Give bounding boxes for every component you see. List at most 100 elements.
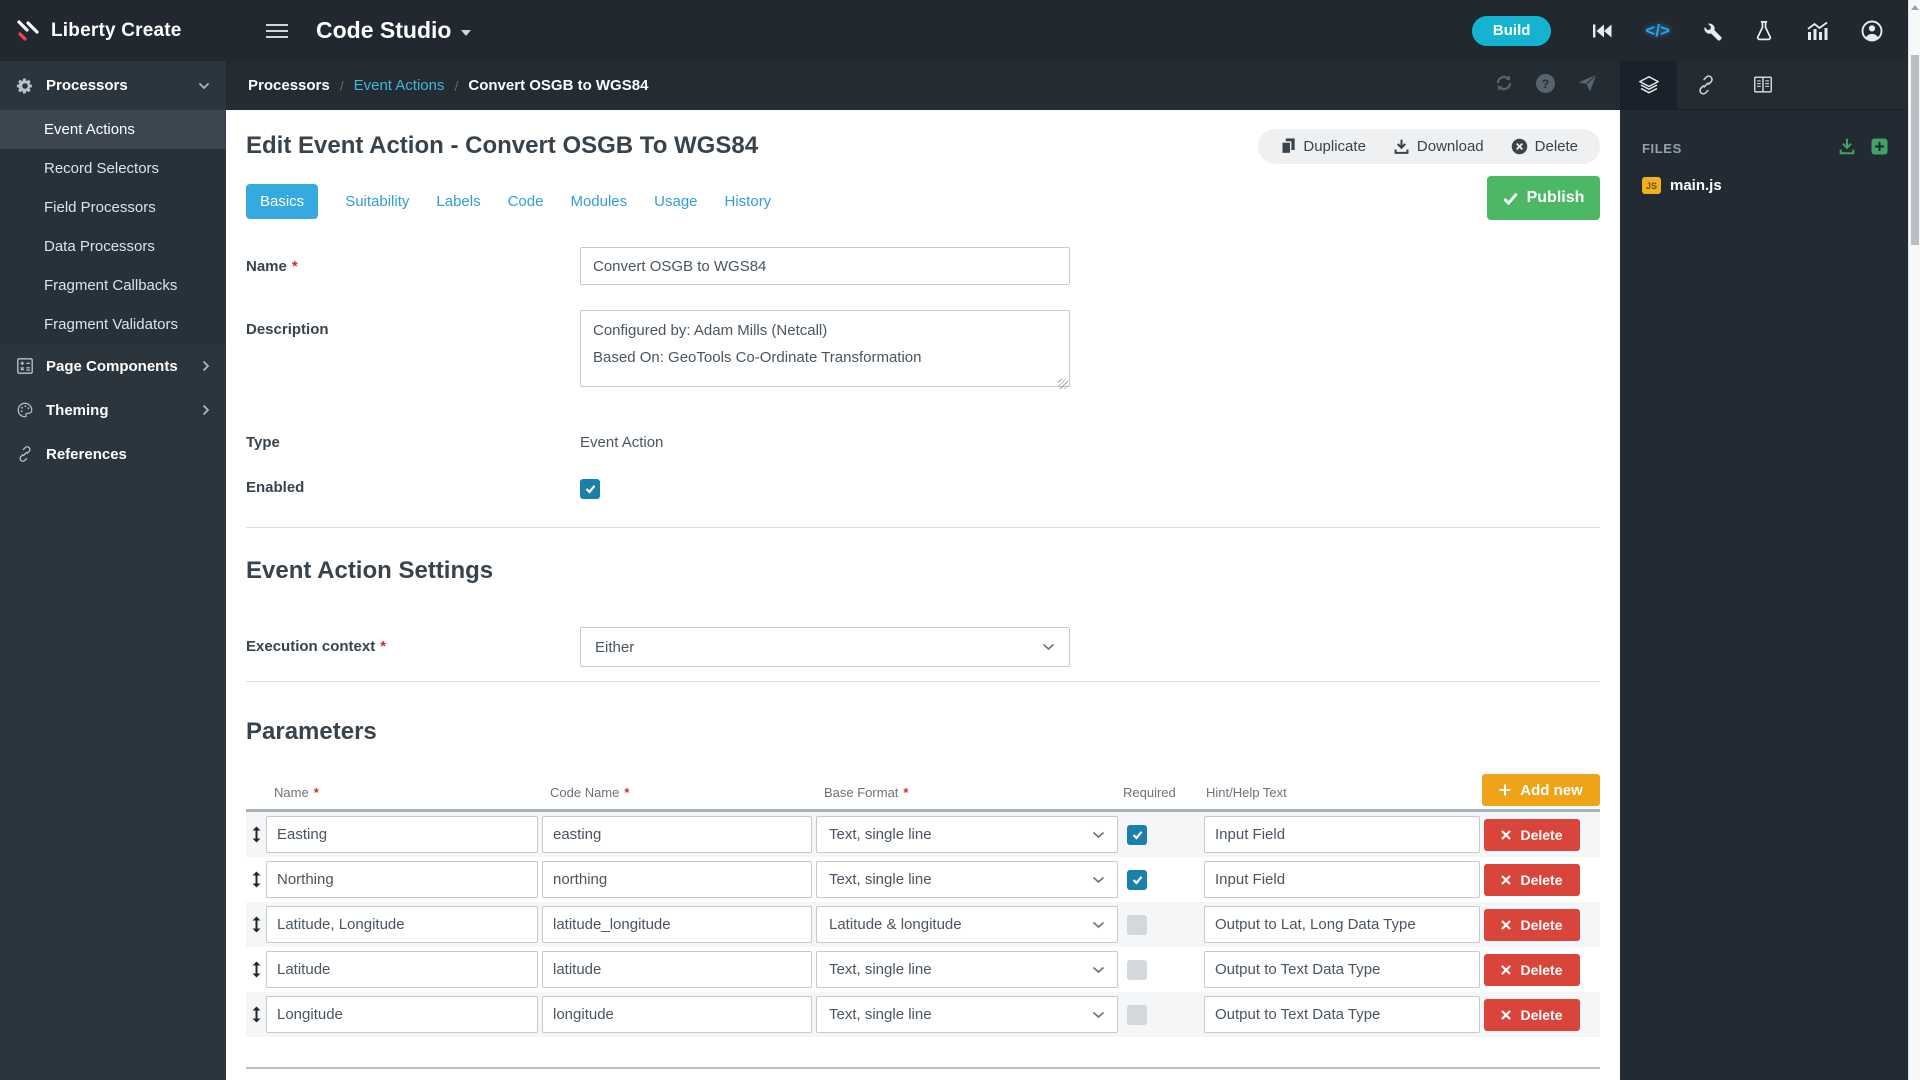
param-code-name-input[interactable] — [542, 861, 812, 898]
tab-links[interactable] — [1677, 61, 1734, 109]
delete-record-button[interactable]: Delete — [1511, 138, 1578, 155]
sidebar-item-data-processors[interactable]: Data Processors — [0, 227, 226, 266]
param-name-input[interactable] — [266, 816, 538, 853]
vertical-scrollbar[interactable] — [1908, 0, 1920, 1080]
tab-reference-book[interactable] — [1734, 61, 1791, 109]
breadcrumb-bar: Processors / Event Actions / Convert OSG… — [226, 61, 1620, 110]
breadcrumb-event-actions-link[interactable]: Event Actions — [354, 77, 445, 94]
param-required-checkbox[interactable] — [1127, 914, 1147, 935]
param-base-format-select[interactable]: Text, single line — [816, 861, 1118, 898]
sidebar-item-field-processors[interactable]: Field Processors — [0, 188, 226, 227]
param-hint-input[interactable] — [1204, 816, 1480, 853]
drag-handle-icon[interactable] — [250, 871, 262, 888]
tab-layers[interactable] — [1620, 61, 1677, 109]
add-new-parameter-button[interactable]: Add new — [1482, 774, 1600, 806]
tab-code[interactable]: Code — [508, 193, 544, 210]
sidebar-item-processors[interactable]: Processors — [0, 61, 226, 110]
flask-icon[interactable] — [1754, 20, 1774, 42]
param-base-format-select[interactable]: Text, single line — [816, 951, 1118, 988]
param-hint-input[interactable] — [1204, 996, 1480, 1033]
drag-handle-icon[interactable] — [250, 916, 262, 933]
param-required-checkbox[interactable] — [1127, 1004, 1147, 1025]
file-item-mainjs[interactable]: JS main.js — [1620, 160, 1908, 194]
send-icon[interactable] — [1577, 73, 1598, 98]
param-required-checkbox[interactable] — [1127, 869, 1147, 890]
name-input[interactable] — [580, 247, 1070, 285]
app-switcher[interactable]: Code Studio — [316, 17, 472, 44]
delete-parameter-button[interactable]: Delete — [1484, 908, 1580, 941]
param-code-name-input[interactable] — [542, 906, 812, 943]
sidebar-item-record-selectors[interactable]: Record Selectors — [0, 149, 226, 188]
param-required-checkbox[interactable] — [1127, 824, 1147, 845]
execution-context-select[interactable]: Either — [580, 627, 1070, 667]
duplicate-button[interactable]: Duplicate — [1280, 137, 1366, 155]
param-name-input[interactable] — [266, 996, 538, 1033]
resize-grip-icon[interactable] — [1058, 379, 1068, 389]
add-file-icon[interactable] — [1871, 138, 1888, 160]
breadcrumb-separator: / — [339, 77, 344, 94]
delete-parameter-button[interactable]: Delete — [1484, 998, 1580, 1031]
param-code-name-input[interactable] — [542, 996, 812, 1033]
sidebar-item-theming[interactable]: Theming — [0, 388, 226, 432]
refresh-icon[interactable] — [1494, 73, 1514, 98]
chevron-right-icon — [202, 404, 210, 416]
enabled-checkbox[interactable] — [580, 479, 600, 499]
record-tabs: Basics Suitability Labels Code Modules U… — [246, 176, 1600, 220]
param-base-format-select[interactable]: Text, single line — [816, 996, 1118, 1033]
scroll-up-arrow-icon[interactable] — [1911, 5, 1919, 10]
rewind-icon[interactable] — [1590, 22, 1614, 40]
wrench-icon[interactable] — [1701, 20, 1723, 42]
app-title: Code Studio — [316, 17, 452, 43]
param-code-name-input[interactable] — [542, 816, 812, 853]
drag-handle-icon[interactable] — [250, 1006, 262, 1023]
sidebar-item-event-actions[interactable]: Event Actions — [0, 110, 226, 149]
sidebar-item-page-components[interactable]: Page Components — [0, 344, 226, 388]
delete-parameter-button[interactable]: Delete — [1484, 863, 1580, 896]
record-actions: Duplicate Download Delete — [1258, 128, 1600, 164]
stats-icon[interactable] — [1805, 21, 1829, 41]
sidebar-item-label: Processors — [46, 77, 128, 94]
link-icon — [1698, 75, 1713, 95]
drag-handle-icon[interactable] — [250, 961, 262, 978]
param-base-format-select[interactable]: Latitude & longitude — [816, 906, 1118, 943]
sidebar-item-fragment-validators[interactable]: Fragment Validators — [0, 305, 226, 344]
param-code-name-input[interactable] — [542, 951, 812, 988]
tab-suitability[interactable]: Suitability — [345, 193, 409, 210]
tab-basics[interactable]: Basics — [246, 184, 319, 219]
drag-handle-icon[interactable] — [250, 826, 262, 843]
parameters-table-header: Name * Code Name * Base Format * Required H… — [246, 774, 1600, 809]
sidebar-item-fragment-callbacks[interactable]: Fragment Callbacks — [0, 266, 226, 305]
event-action-settings-heading: Event Action Settings — [246, 557, 494, 584]
description-textarea[interactable]: Configured by: Adam Mills (Netcall) Base… — [580, 310, 1070, 387]
tab-usage[interactable]: Usage — [654, 193, 697, 210]
param-name-input[interactable] — [266, 951, 538, 988]
download-files-icon[interactable] — [1838, 137, 1856, 160]
svg-text:?: ? — [1542, 77, 1549, 91]
bottom-divider — [246, 1067, 1600, 1069]
tab-history[interactable]: History — [725, 193, 772, 210]
scrollbar-thumb[interactable] — [1911, 55, 1919, 245]
param-hint-input[interactable] — [1204, 951, 1480, 988]
brand-name: Liberty Create — [51, 19, 182, 41]
code-studio-icon[interactable]: </> — [1645, 21, 1670, 41]
download-button[interactable]: Download — [1393, 138, 1484, 155]
delete-parameter-button[interactable]: Delete — [1484, 818, 1580, 851]
param-name-input[interactable] — [266, 861, 538, 898]
delete-parameter-button[interactable]: Delete — [1484, 953, 1580, 986]
help-icon[interactable]: ? — [1535, 73, 1556, 99]
build-button[interactable]: Build — [1471, 15, 1552, 46]
sidebar-item-references[interactable]: References — [0, 432, 226, 476]
param-required-checkbox[interactable] — [1127, 959, 1147, 980]
palette-icon — [17, 402, 33, 418]
tab-labels[interactable]: Labels — [436, 193, 480, 210]
param-base-format-select[interactable]: Text, single line — [816, 816, 1118, 853]
param-hint-input[interactable] — [1204, 861, 1480, 898]
parameters-heading: Parameters — [246, 718, 377, 745]
param-hint-input[interactable] — [1204, 906, 1480, 943]
tab-modules[interactable]: Modules — [570, 193, 627, 210]
param-name-input[interactable] — [266, 906, 538, 943]
menu-icon[interactable] — [266, 20, 288, 42]
parameter-row-northing: Text, single line Delete — [246, 857, 1600, 902]
account-icon[interactable] — [1860, 19, 1884, 43]
publish-button[interactable]: Publish — [1487, 176, 1600, 220]
